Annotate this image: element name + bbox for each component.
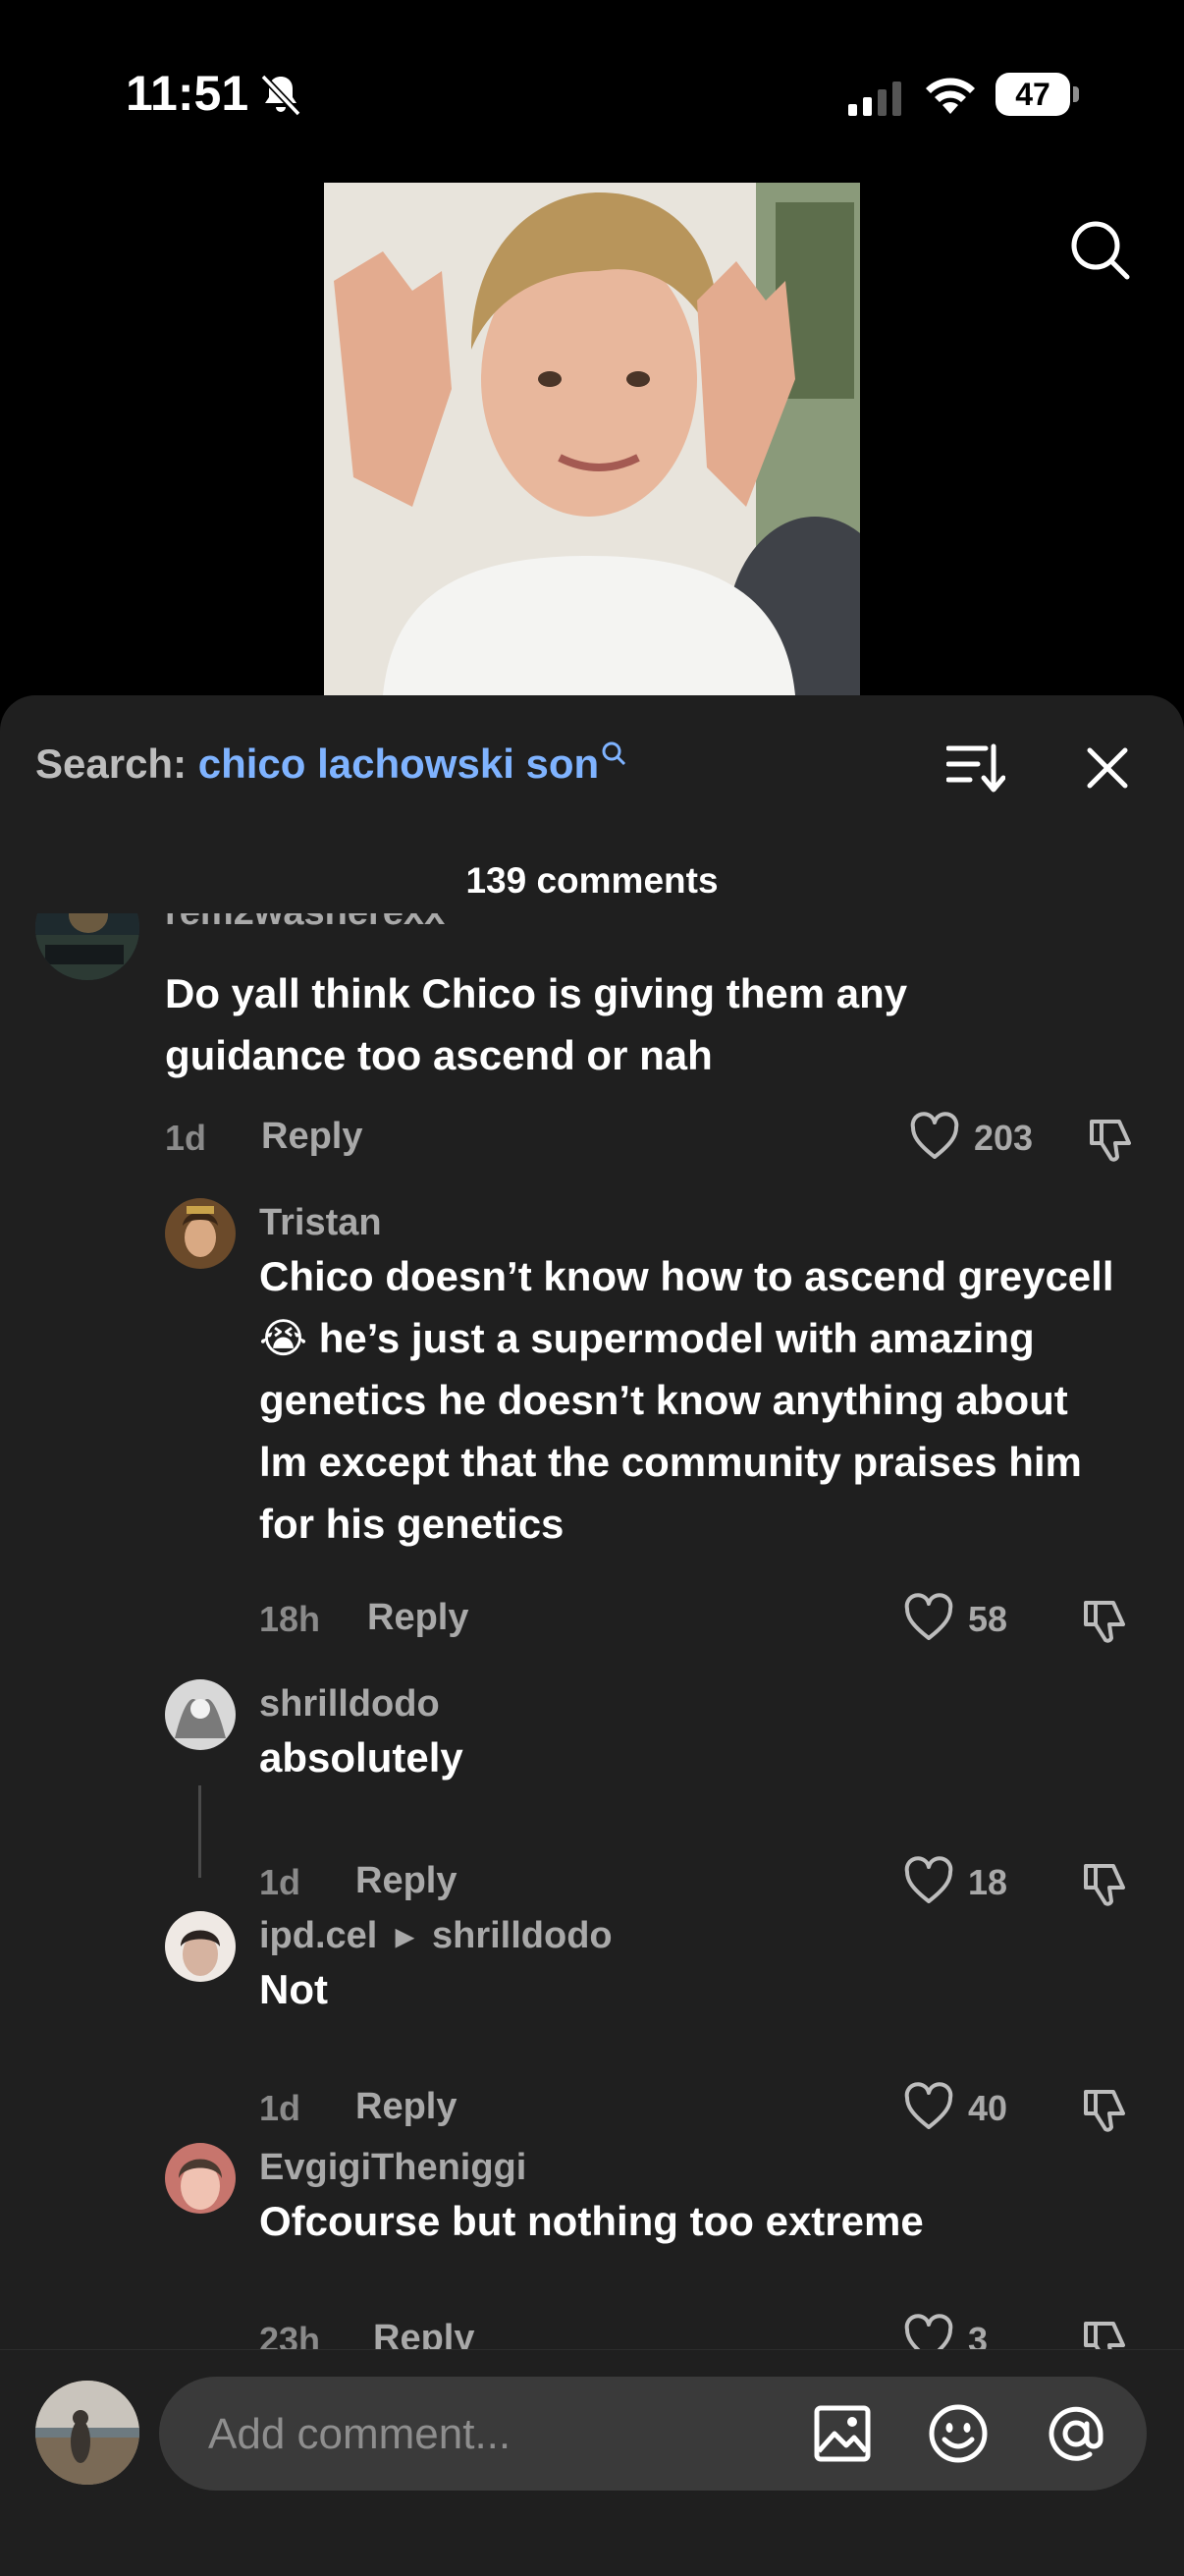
- battery-indicator: 47: [996, 73, 1080, 118]
- like-count: 18: [968, 1862, 1008, 1902]
- comment-item: Tristan Chico doesn’t know how to ascend…: [0, 1198, 1184, 1643]
- reply-button[interactable]: Reply: [355, 1860, 457, 1902]
- comment-text: Not: [259, 1966, 328, 2012]
- crying-emoji-icon: 😭: [259, 1314, 308, 1362]
- heart-icon[interactable]: [903, 1856, 954, 1907]
- comment-item: rem2washerexx Do yall think Chico is giv…: [0, 913, 1184, 1162]
- comments-list[interactable]: rem2washerexx Do yall think Chico is giv…: [0, 913, 1184, 2349]
- close-icon[interactable]: [1084, 744, 1131, 792]
- bell-slash-icon: [260, 74, 301, 117]
- comment-item: EvgigiTheniggi Ofcourse but nothing too …: [0, 2143, 1184, 2349]
- reply-button[interactable]: Reply: [367, 1597, 468, 1639]
- thumbnail-image: [324, 183, 860, 695]
- battery-level: 47: [996, 73, 1070, 116]
- comment-item: shrilldodo absolutely: [0, 1679, 1184, 1876]
- reply-arrow-icon: ▶: [395, 1924, 414, 1951]
- comment-text: Ofcourse but nothing too extreme: [259, 2198, 924, 2244]
- heart-icon[interactable]: [903, 1593, 954, 1644]
- search-small-icon: [602, 741, 626, 766]
- current-user-avatar[interactable]: [35, 2381, 139, 2485]
- comment-text: Do yall think Chico is giving them any g…: [165, 970, 908, 1078]
- heart-icon[interactable]: [903, 2314, 954, 2349]
- comment-time: 1d: [259, 2088, 301, 2128]
- reply-button[interactable]: Reply: [261, 1116, 362, 1158]
- comment-input-placeholder: Add comment...: [208, 2410, 511, 2458]
- heart-icon[interactable]: [903, 2082, 954, 2133]
- search-related[interactable]: Search: chico lachowski son: [35, 740, 626, 788]
- signal-icon: [848, 82, 901, 116]
- comment-username[interactable]: rem2washerexx: [165, 913, 445, 934]
- reply-to-username[interactable]: shrilldodo: [432, 1915, 613, 1956]
- like-count: 3: [968, 2320, 989, 2349]
- image-icon[interactable]: [811, 2402, 874, 2465]
- comments-count: 139 comments: [465, 860, 719, 901]
- search-label: Search:: [35, 740, 198, 787]
- comment-username[interactable]: EvgigiTheniggi: [259, 2147, 526, 2189]
- video-thumbnail[interactable]: [324, 183, 860, 695]
- comment-text: absolutely: [259, 1734, 463, 1781]
- avatar[interactable]: [165, 1198, 236, 1269]
- reply-button[interactable]: Reply: [373, 2318, 474, 2349]
- comment-time: 1d: [165, 1118, 207, 1158]
- avatar[interactable]: [165, 2143, 236, 2214]
- reply-button[interactable]: Reply: [355, 2086, 457, 2128]
- dislike-icon[interactable]: [1080, 1595, 1131, 1646]
- comment-username[interactable]: Tristan: [259, 1202, 382, 1244]
- avatar[interactable]: [165, 1911, 236, 1982]
- emoji-icon[interactable]: [927, 2402, 990, 2465]
- comment-username[interactable]: ipd.cel: [259, 1915, 377, 1956]
- sort-icon[interactable]: [946, 742, 1005, 794]
- like-count: 58: [968, 1599, 1008, 1639]
- heart-icon[interactable]: [909, 1112, 960, 1163]
- comment-actions: 1d Reply 18: [0, 1856, 1184, 1915]
- comment-time: 1d: [259, 1862, 301, 1902]
- comment-username[interactable]: shrilldodo: [259, 1683, 440, 1726]
- dislike-icon[interactable]: [1080, 2316, 1131, 2349]
- avatar[interactable]: [165, 1679, 236, 1750]
- comment-text: Chico doesn’t know how to ascend greycel…: [259, 1253, 1114, 1547]
- comment-username-with-reply: ipd.cel ▶ shrilldodo: [259, 1915, 613, 1957]
- dislike-icon[interactable]: [1080, 2084, 1131, 2135]
- comment-time: 18h: [259, 1599, 321, 1639]
- dislike-icon[interactable]: [1080, 1858, 1131, 1909]
- comment-time: 23h: [259, 2320, 321, 2349]
- at-icon[interactable]: [1045, 2402, 1107, 2465]
- like-count: 40: [968, 2088, 1008, 2128]
- comment-item: ipd.cel ▶ shrilldodo Not 1d Reply 40: [0, 1911, 1184, 2132]
- search-icon[interactable]: [1068, 218, 1131, 281]
- search-query-link[interactable]: chico lachowski son: [198, 740, 599, 787]
- like-count: 203: [974, 1118, 1034, 1158]
- avatar[interactable]: [35, 913, 139, 980]
- dislike-icon[interactable]: [1086, 1114, 1137, 1165]
- wifi-icon: [926, 78, 975, 114]
- status-time: 11:51: [126, 66, 249, 121]
